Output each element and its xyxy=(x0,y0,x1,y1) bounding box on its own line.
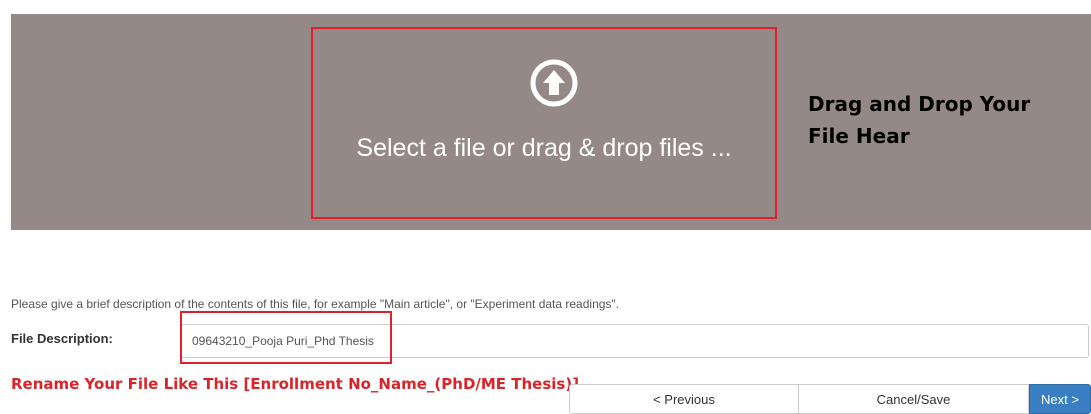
cancel-save-button[interactable]: Cancel/Save xyxy=(799,384,1029,414)
description-help-text: Please give a brief description of the c… xyxy=(11,297,620,311)
file-description-input[interactable] xyxy=(180,324,1089,358)
previous-button[interactable]: < Previous xyxy=(569,384,799,414)
dropzone-label: Select a file or drag & drop files ... xyxy=(356,134,732,162)
drag-drop-hint: Drag and Drop Your File Hear xyxy=(808,92,1031,148)
next-button[interactable]: Next > xyxy=(1029,384,1091,414)
file-description-label: File Description: xyxy=(11,331,113,346)
dropzone-highlight-frame xyxy=(311,27,777,219)
upload-arrow-icon[interactable] xyxy=(529,58,579,108)
rename-instruction: Rename Your File Like This [Enrollment N… xyxy=(11,375,580,393)
